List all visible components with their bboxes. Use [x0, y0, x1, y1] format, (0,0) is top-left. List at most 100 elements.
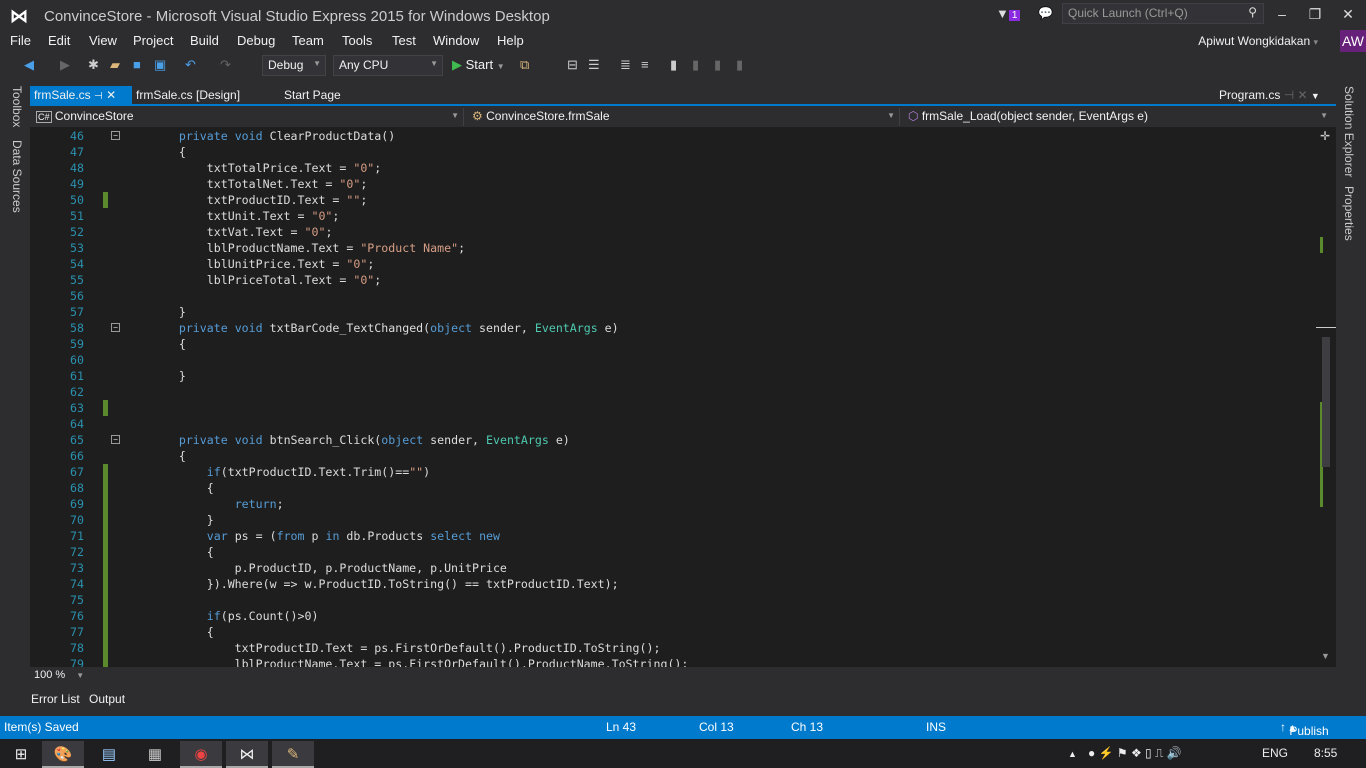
code-line[interactable]: 67 if(txtProductID.Text.Trim()=="") — [30, 464, 1320, 480]
menu-project[interactable]: Project — [133, 33, 173, 48]
tab-output[interactable]: Output — [89, 692, 125, 706]
code-line[interactable]: 75 — [30, 592, 1320, 608]
windows-start-icon[interactable]: ⊞ — [0, 741, 42, 768]
collapse-icon[interactable]: − — [111, 131, 120, 140]
prev-bookmark-icon[interactable]: ▮ — [692, 57, 699, 73]
code-line[interactable]: 77 { — [30, 624, 1320, 640]
code-line[interactable]: 59 { — [30, 336, 1320, 352]
code-line[interactable]: 74 }).Where(w => w.ProductID.ToString() … — [30, 576, 1320, 592]
code-line[interactable]: 57 } — [30, 304, 1320, 320]
menu-help[interactable]: Help — [497, 33, 524, 48]
code-line[interactable]: 56 — [30, 288, 1320, 304]
code-line[interactable]: 58 − private void txtBarCode_TextChanged(… — [30, 320, 1320, 336]
open-folder-icon[interactable]: ▰ — [110, 57, 120, 73]
code-line[interactable]: 76 if(ps.Count()>0) — [30, 608, 1320, 624]
code-line[interactable]: 72 { — [30, 544, 1320, 560]
clock[interactable]: 8:55 — [1314, 746, 1337, 760]
menu-tools[interactable]: Tools — [342, 33, 372, 48]
vertical-scrollbar[interactable]: ✛ ▼ — [1316, 127, 1336, 667]
tab-error-list[interactable]: Error List — [31, 692, 80, 706]
uncomment-icon[interactable]: ≡ — [641, 57, 649, 72]
code-line[interactable]: 66 { — [30, 448, 1320, 464]
bookmark-icon[interactable]: ▮ — [670, 57, 677, 73]
menu-team[interactable]: Team — [292, 33, 324, 48]
menu-window[interactable]: Window — [433, 33, 479, 48]
tab-start-page[interactable]: Start Page — [280, 86, 345, 105]
publish-button[interactable]: ↑ Publish ▴ — [1280, 720, 1329, 738]
platform-select[interactable]: Any CPU ▼ — [333, 55, 443, 76]
list-icon[interactable]: ☰ — [588, 57, 600, 73]
find-in-files-icon[interactable]: ⧉ — [520, 57, 529, 73]
code-line[interactable]: 50 txtProductID.Text = ""; — [30, 192, 1320, 208]
code-editor[interactable]: 46− private void ClearProductData() 47 {4… — [30, 127, 1336, 667]
tool-app-icon[interactable]: ✎ — [272, 741, 314, 768]
menu-view[interactable]: View — [89, 33, 117, 48]
code-line[interactable]: 52 txtVat.Text = "0"; — [30, 224, 1320, 240]
code-line[interactable]: 63 — [30, 400, 1320, 416]
minimize-button[interactable]: – — [1270, 6, 1294, 22]
save-all-icon[interactable]: ▣ — [154, 57, 166, 73]
zoom-select[interactable]: 100 % ▼ — [34, 669, 84, 681]
code-line[interactable]: 73 p.ProductID, p.ProductName, p.UnitPri… — [30, 560, 1320, 576]
code-line[interactable]: 69 return; — [30, 496, 1320, 512]
code-line[interactable]: 65 − private void btnSearch_Click(object … — [30, 432, 1320, 448]
calculator-app-icon[interactable]: ▦ — [134, 741, 176, 768]
code-line[interactable]: 64 — [30, 416, 1320, 432]
panel-tab-right-0[interactable]: Solution Explorer — [1342, 86, 1356, 177]
code-line[interactable]: 53 lblProductName.Text = "Product Name"; — [30, 240, 1320, 256]
user-name[interactable]: Apiwut Wongkidakan ▾ — [1198, 34, 1318, 48]
scroll-thumb[interactable] — [1322, 337, 1330, 467]
code-line[interactable]: 46 − private void ClearProductData() — [30, 128, 1320, 144]
code-line[interactable]: 79 lblProductName.Text = ps.FirstOrDefau… — [30, 656, 1320, 667]
tab-frmsale-design[interactable]: frmSale.cs [Design] — [132, 86, 244, 105]
code-line[interactable]: 47 { — [30, 144, 1320, 160]
tray-icons[interactable]: ● ⚡ ⚑ ❖ ▯ ⎍ 🔊 — [1088, 746, 1182, 761]
menu-test[interactable]: Test — [392, 33, 416, 48]
chrome-app-icon[interactable]: ◉ — [180, 741, 222, 768]
close-button[interactable]: ✕ — [1336, 6, 1360, 23]
feedback-icon[interactable]: 💬 — [1038, 6, 1053, 20]
horizontal-scrollbar[interactable] — [30, 667, 1336, 684]
code-line[interactable]: 51 txtUnit.Text = "0"; — [30, 208, 1320, 224]
member-dropdown[interactable]: ⬡ frmSale_Load(object sender, EventArgs … — [904, 108, 1332, 126]
notepad-app-icon[interactable]: ▤ — [88, 741, 130, 768]
close-tab-icon[interactable]: ✕ — [106, 88, 116, 102]
panel-tab-0[interactable]: Toolbox — [10, 86, 24, 127]
collapse-icon[interactable]: − — [111, 435, 120, 444]
code-line[interactable]: 68 { — [30, 480, 1320, 496]
project-dropdown[interactable]: C# ConvinceStore ▼ — [32, 108, 464, 126]
collapse-icon[interactable]: − — [111, 323, 120, 332]
code-line[interactable]: 61 } — [30, 368, 1320, 384]
menu-file[interactable]: File — [10, 33, 31, 48]
back-icon[interactable]: ◀ — [24, 57, 34, 73]
forward-icon[interactable]: ▶ — [60, 57, 70, 73]
visual-studio-app-icon[interactable]: ⋈ — [226, 741, 268, 768]
start-button[interactable]: ▶ Start ▼ — [452, 57, 505, 73]
undo-icon[interactable]: ↶ — [185, 57, 196, 73]
restore-button[interactable]: ❐ — [1303, 6, 1327, 23]
tab-program-cs-preview[interactable]: Program.cs ⊣ ✕ ▼ — [1215, 86, 1324, 105]
new-project-icon[interactable]: ✱ — [88, 57, 99, 73]
save-icon[interactable]: ■ — [133, 57, 141, 72]
code-line[interactable]: 48 txtTotalPrice.Text = "0"; — [30, 160, 1320, 176]
code-line[interactable]: 49 txtTotalNet.Text = "0"; — [30, 176, 1320, 192]
code-line[interactable]: 60 — [30, 352, 1320, 368]
menu-edit[interactable]: Edit — [48, 33, 70, 48]
clear-bookmarks-icon[interactable]: ▮ — [736, 57, 743, 73]
code-line[interactable]: 54 lblUnitPrice.Text = "0"; — [30, 256, 1320, 272]
comment-icon[interactable]: ≣ — [620, 57, 631, 73]
code-line[interactable]: 62 — [30, 384, 1320, 400]
tab-frmsale-cs[interactable]: frmSale.cs ⊣ ✕ — [30, 86, 132, 105]
menu-build[interactable]: Build — [190, 33, 219, 48]
panel-tab-right-1[interactable]: Properties — [1342, 186, 1356, 241]
redo-icon[interactable]: ↷ — [220, 57, 231, 73]
avatar[interactable]: AW — [1340, 30, 1366, 52]
panel-tab-1[interactable]: Data Sources — [10, 140, 24, 213]
code-line[interactable]: 71 var ps = (from p in db.Products selec… — [30, 528, 1320, 544]
class-dropdown[interactable]: ⚙ ConvinceStore.frmSale ▼ — [468, 108, 900, 126]
code-line[interactable]: 78 txtProductID.Text = ps.FirstOrDefault… — [30, 640, 1320, 656]
code-line[interactable]: 70 } — [30, 512, 1320, 528]
config-select[interactable]: Debug ▼ — [262, 55, 326, 76]
next-bookmark-icon[interactable]: ▮ — [714, 57, 721, 73]
paint-app-icon[interactable]: 🎨 — [42, 741, 84, 768]
